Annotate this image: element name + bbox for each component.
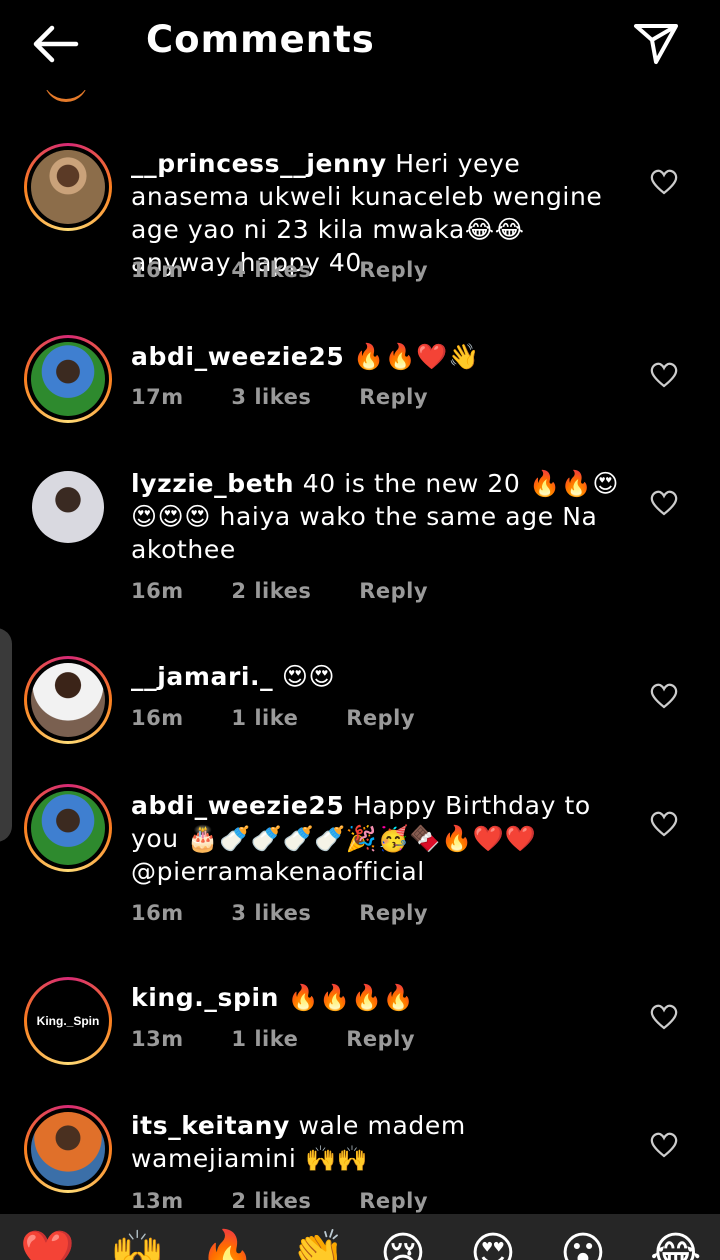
direct-share-icon[interactable] (630, 20, 682, 68)
emoji-reaction-bar: ❤️ 🙌 🔥 👏 😢 😍 😮 😂 (0, 1214, 720, 1260)
back-arrow-icon[interactable] (28, 22, 84, 66)
reply-button[interactable]: Reply (346, 706, 415, 730)
emoji-sad-button[interactable]: 😢 (380, 1224, 426, 1260)
comment-time: 16m (131, 579, 184, 603)
reply-button[interactable]: Reply (359, 901, 428, 925)
comment-time: 17m (131, 385, 184, 409)
comment-item: __princess__jenny Heri yeye anasema ukwe… (0, 140, 720, 300)
top-bar: Comments (0, 0, 720, 90)
heart-icon[interactable] (650, 683, 678, 709)
comment-username[interactable]: its_keitany (131, 1111, 290, 1140)
comment-time: 13m (131, 1189, 184, 1213)
page-title: Comments (146, 18, 375, 61)
heart-icon[interactable] (650, 362, 678, 388)
comment-time: 13m (131, 1027, 184, 1051)
comment-time: 16m (131, 258, 184, 282)
comment-item: __jamari._ 😍😍 16m 1 like Reply (0, 656, 720, 756)
heart-icon[interactable] (650, 169, 678, 195)
comment-likes[interactable]: 2 likes (231, 1189, 311, 1213)
comment-likes[interactable]: 3 likes (231, 385, 311, 409)
avatar[interactable] (24, 335, 112, 423)
comment-item: lyzzie_beth 40 is the new 20 🔥🔥😍😍😍😍 haiy… (0, 465, 720, 615)
heart-icon[interactable] (650, 811, 678, 837)
comment-likes[interactable]: 3 likes (231, 901, 311, 925)
comment-item: abdi_weezie25 🔥🔥❤️👋 17m 3 likes Reply (0, 335, 720, 435)
comment-body: 🔥🔥🔥🔥 (287, 983, 415, 1012)
avatar[interactable]: King._Spin (24, 977, 112, 1065)
heart-icon[interactable] (650, 490, 678, 516)
comment-username[interactable]: __jamari._ (131, 662, 273, 691)
comment-item: its_keitany wale madem wamejiamini 🙌🙌 13… (0, 1105, 720, 1215)
comment-username[interactable]: king._spin (131, 983, 279, 1012)
emoji-raised-hands-button[interactable]: 🙌 (110, 1224, 165, 1260)
emoji-clap-button[interactable]: 👏 (290, 1224, 345, 1260)
comment-likes[interactable]: 2 likes (231, 579, 311, 603)
reply-button[interactable]: Reply (346, 1027, 415, 1051)
emoji-heart-button[interactable]: ❤️ (20, 1224, 75, 1260)
reply-button[interactable]: Reply (359, 579, 428, 603)
heart-icon[interactable] (650, 1004, 678, 1030)
reply-button[interactable]: Reply (359, 258, 428, 282)
comment-item: King._Spin king._spin 🔥🔥🔥🔥 13m 1 like Re… (0, 977, 720, 1077)
avatar[interactable] (24, 784, 112, 872)
comment-username[interactable]: abdi_weezie25 (131, 791, 344, 820)
reply-button[interactable]: Reply (359, 1189, 428, 1213)
comment-item: abdi_weezie25 Happy Birthday to you 🎂🍼🍼🍼… (0, 784, 720, 934)
heart-icon[interactable] (650, 1132, 678, 1158)
comment-username[interactable]: lyzzie_beth (131, 469, 294, 498)
emoji-surprised-button[interactable]: 😮 (560, 1224, 606, 1260)
avatar[interactable] (24, 1105, 112, 1193)
avatar[interactable] (24, 143, 112, 231)
avatar[interactable] (24, 656, 112, 744)
emoji-fire-button[interactable]: 🔥 (200, 1224, 255, 1260)
comment-likes[interactable]: 1 like (231, 706, 298, 730)
comment-likes[interactable]: 4 likes (231, 258, 311, 282)
avatar-logo-text: King._Spin (36, 1014, 100, 1028)
emoji-heart-eyes-button[interactable]: 😍 (470, 1224, 516, 1260)
comment-likes[interactable]: 1 like (231, 1027, 298, 1051)
comment-username[interactable]: __princess__jenny (131, 149, 387, 178)
emoji-laughing-button[interactable]: 😂 (650, 1224, 701, 1260)
comment-username[interactable]: abdi_weezie25 (131, 342, 344, 371)
comment-body: 😍😍 (281, 662, 336, 691)
reply-button[interactable]: Reply (359, 385, 428, 409)
comment-time: 16m (131, 706, 184, 730)
comment-time: 16m (131, 901, 184, 925)
comment-body: 🔥🔥❤️👋 (352, 342, 480, 371)
avatar[interactable] (32, 471, 104, 543)
